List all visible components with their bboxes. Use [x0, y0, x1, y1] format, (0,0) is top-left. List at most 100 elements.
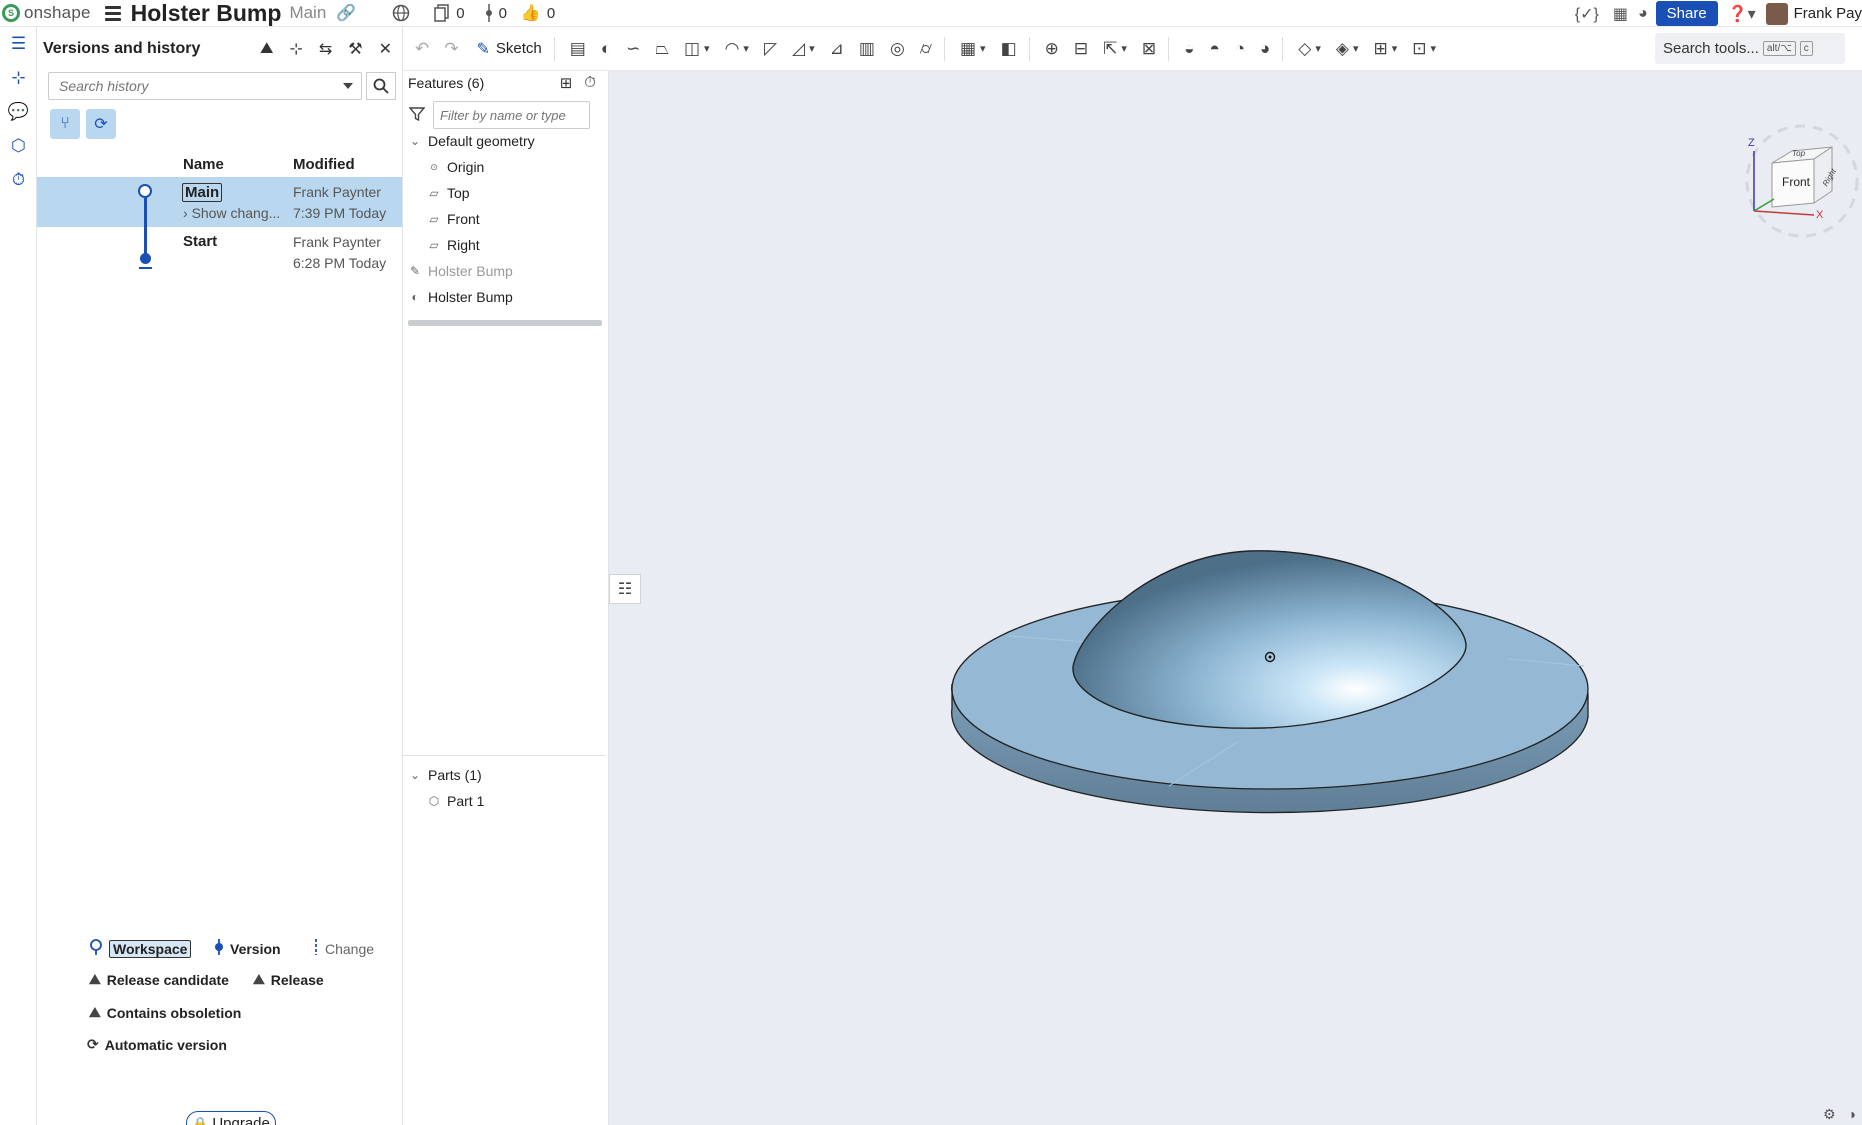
document-title[interactable]: Holster Bump — [131, 0, 282, 27]
delete-face-icon[interactable]: ◓ — [1209, 39, 1219, 59]
chevron-down-icon[interactable]: ▾ — [1392, 42, 1398, 55]
display-mode-icon[interactable]: ⚙ — [1823, 1106, 1836, 1123]
compare-icon[interactable]: ⇆ — [319, 39, 332, 59]
copies-icon[interactable] — [434, 4, 450, 22]
timer-icon[interactable]: ⏱ — [0, 163, 37, 197]
plane-top-item[interactable]: ▱ Top — [428, 185, 469, 201]
tools-icon[interactable]: ⚒ — [348, 39, 362, 59]
revolve-feature-item[interactable]: ◐ Holster Bump — [409, 289, 512, 305]
chevron-down-icon[interactable]: ▾ — [704, 42, 710, 55]
fillet-icon[interactable]: ◠ — [725, 39, 740, 59]
view-cube-top[interactable]: Top — [1792, 149, 1805, 158]
show-changes-link[interactable]: › Show chang... — [183, 205, 280, 221]
close-icon[interactable]: ✕ — [379, 39, 392, 59]
part-model[interactable] — [609, 71, 1862, 1125]
chevron-down-icon[interactable] — [343, 83, 353, 89]
graphics-viewport[interactable]: ☷ Front Top Right Z X ⚙ ◑ — [609, 71, 1862, 1125]
version-node[interactable] — [140, 253, 151, 264]
mirror-icon[interactable]: ◧ — [1001, 39, 1017, 59]
chevron-down-icon[interactable]: ⌄ — [409, 768, 421, 782]
rollback-bar[interactable] — [408, 320, 602, 326]
chevron-down-icon[interactable]: ▾ — [1431, 42, 1437, 55]
release-icon[interactable]: ⛰ — [260, 40, 273, 58]
table-row[interactable]: Start Frank Paynter 6:28 PM Today — [37, 227, 402, 277]
sketch-feature-item[interactable]: ✎ Holster Bump — [409, 263, 513, 279]
boolean-icon[interactable]: ⊕ — [1045, 39, 1059, 59]
sheet-metal-icon[interactable]: ⊞ — [1374, 39, 1388, 59]
plane-front-item[interactable]: ▱ Front — [428, 211, 479, 227]
plane-right-item[interactable]: ▱ Right — [428, 237, 479, 253]
mate-connector-icon[interactable]: ◈ — [1336, 39, 1349, 59]
modify-fillet-icon[interactable]: ◒ — [1184, 39, 1194, 59]
share-button[interactable]: Share — [1655, 1, 1718, 26]
variable-icon[interactable]: {✓} — [1575, 4, 1599, 24]
app-store-icon[interactable]: ▦ — [1613, 4, 1628, 24]
transform-icon[interactable]: ⇱ — [1103, 39, 1117, 59]
undo-icon[interactable]: ↶ — [415, 39, 429, 59]
thicken-icon[interactable]: ◫ — [684, 39, 700, 59]
create-version-icon[interactable]: ⊹ — [289, 39, 302, 59]
chevron-down-icon[interactable]: ⌄ — [409, 134, 421, 148]
learning-icon[interactable]: ◕ — [1638, 5, 1648, 23]
chevron-down-icon[interactable]: ▾ — [980, 42, 986, 55]
plane-icon[interactable]: ◇ — [1298, 39, 1311, 59]
view-cube-front[interactable]: Front — [1782, 175, 1810, 189]
branch-filter-icon[interactable]: ⑂ — [50, 109, 80, 139]
replace-face-icon[interactable]: ◕ — [1260, 39, 1270, 59]
search-history-field[interactable] — [48, 72, 362, 100]
insert-icon[interactable]: ⊹ — [0, 61, 37, 95]
row-name[interactable]: Main — [182, 183, 223, 202]
filter-icon[interactable] — [408, 106, 426, 125]
globe-icon[interactable] — [392, 4, 410, 22]
user-name[interactable]: Frank Pay — [1794, 5, 1862, 22]
comments-icon[interactable]: 💬 — [0, 95, 37, 129]
extrude-icon[interactable]: ▤ — [570, 39, 586, 59]
parts-icon[interactable]: ⬡ — [0, 129, 37, 163]
move-face-icon[interactable]: ◔ — [1235, 39, 1245, 59]
versions-history-icon[interactable]: ☰ — [0, 27, 37, 61]
add-folder-icon[interactable]: ⊞ — [560, 74, 573, 92]
feature-filter-input[interactable] — [433, 101, 590, 129]
versions-icon[interactable] — [485, 4, 493, 22]
revolve-icon[interactable]: ◐ — [601, 39, 611, 59]
origin-item[interactable]: ⊙ Origin — [428, 159, 484, 175]
view-cube[interactable]: Front Top Right Z X — [1732, 111, 1862, 241]
chevron-down-icon[interactable]: ▾ — [809, 42, 815, 55]
hole-icon[interactable]: ◎ — [890, 39, 905, 59]
custom-features-icon[interactable]: ⊡ — [1412, 39, 1426, 59]
table-row[interactable]: Main › Show chang... Frank Paynter 7:39 … — [37, 177, 402, 227]
search-history-input[interactable] — [59, 78, 343, 94]
loft-icon[interactable]: ⏢ — [655, 39, 669, 59]
draft-icon[interactable]: ◿ — [792, 39, 805, 59]
sketch-button[interactable]: ✎ Sketch — [477, 39, 542, 59]
chevron-down-icon[interactable]: ▾ — [1315, 42, 1321, 55]
shell-icon[interactable]: ▥ — [859, 39, 875, 59]
chevron-down-icon[interactable]: ▾ — [743, 42, 749, 55]
chamfer-icon[interactable]: ◸ — [764, 39, 777, 59]
redo-icon[interactable]: ↷ — [444, 39, 458, 59]
parts-group[interactable]: ⌄ Parts (1) — [409, 767, 482, 783]
part-item[interactable]: ⬡ Part 1 — [428, 793, 485, 809]
search-icon[interactable] — [366, 72, 396, 100]
split-icon[interactable]: ⊟ — [1074, 39, 1088, 59]
workspace-node[interactable] — [138, 184, 152, 198]
view-options-icon[interactable]: ◑ — [1848, 1106, 1856, 1123]
upgrade-button[interactable]: 🔒 Upgrade — [186, 1111, 276, 1125]
menu-icon[interactable] — [104, 5, 121, 21]
default-geometry-group[interactable]: ⌄ Default geometry — [409, 133, 535, 149]
rollback-timer-icon[interactable]: ⏱ — [584, 74, 596, 92]
auto-version-filter-icon[interactable]: ⟳ — [86, 109, 116, 139]
avatar[interactable] — [1765, 2, 1788, 25]
delete-part-icon[interactable]: ⊠ — [1142, 39, 1156, 59]
chevron-down-icon[interactable]: ▾ — [1353, 42, 1359, 55]
rib-icon[interactable]: ⊿ — [830, 39, 844, 59]
thumbs-up-icon[interactable]: 👍 — [521, 3, 541, 23]
pattern-icon[interactable]: ▦ — [960, 39, 976, 59]
cylinder-icon[interactable]: ⌭ — [920, 39, 932, 59]
link-icon[interactable]: 🔗 — [336, 3, 356, 23]
search-tools-button[interactable]: Search tools... alt/⌥ c — [1655, 33, 1845, 64]
help-icon[interactable]: ❓▾ — [1728, 4, 1756, 24]
onshape-logo[interactable]: S onshape — [2, 3, 91, 23]
chevron-down-icon[interactable]: ▾ — [1121, 42, 1127, 55]
sweep-icon[interactable]: ∽ — [626, 39, 640, 59]
